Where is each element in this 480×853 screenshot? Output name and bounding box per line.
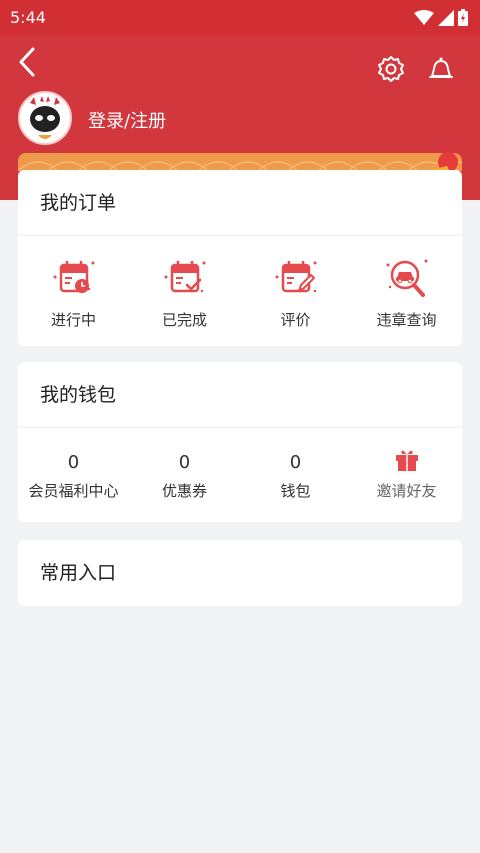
wallet-balance-label: 钱包 xyxy=(280,481,311,500)
orders-grid: 进行中 已完成 评价 违章查询 xyxy=(18,236,462,346)
invite-friends[interactable]: 邀请好友 xyxy=(351,428,462,522)
order-in-progress[interactable]: 进行中 xyxy=(18,236,129,346)
coupons[interactable]: 0 优惠券 xyxy=(129,428,240,522)
wallet-balance-value: 0 xyxy=(289,451,302,473)
calendar-clock-icon xyxy=(53,260,94,293)
avatar[interactable] xyxy=(18,91,72,145)
signal-icon xyxy=(438,9,454,26)
gift-icon xyxy=(395,450,418,471)
order-review-label: 评价 xyxy=(280,310,311,329)
violation-query[interactable]: 违章查询 xyxy=(351,236,462,346)
member-benefits-label: 会员福利中心 xyxy=(28,481,119,500)
orders-title: 我的订单 xyxy=(18,170,462,236)
order-review[interactable]: 评价 xyxy=(240,236,351,346)
mascot-avatar-icon xyxy=(20,93,70,143)
orders-card: 我的订单 进行中 已完成 评价 违章查询 xyxy=(18,170,462,346)
coupons-value: 0 xyxy=(178,451,191,473)
wallet-balance[interactable]: 0 钱包 xyxy=(240,428,351,522)
status-bar: 5:44 xyxy=(0,0,480,35)
wallet-card: 我的钱包 0 会员福利中心 0 优惠券 0 钱包 邀请好友 xyxy=(18,362,462,522)
status-time: 5:44 xyxy=(10,8,46,27)
wallet-grid: 0 会员福利中心 0 优惠券 0 钱包 邀请好友 xyxy=(18,428,462,522)
back-button[interactable] xyxy=(12,47,42,77)
bell-icon xyxy=(429,57,453,78)
invite-friends-label: 邀请好友 xyxy=(376,481,437,500)
violation-query-label: 违章查询 xyxy=(376,310,437,329)
settings-button[interactable] xyxy=(376,54,406,84)
member-benefits-value: 0 xyxy=(67,451,80,473)
member-benefits-center[interactable]: 0 会员福利中心 xyxy=(18,428,129,522)
common-entry-card: 常用入口 xyxy=(18,540,462,606)
order-completed-label: 已完成 xyxy=(161,310,207,329)
wallet-title: 我的钱包 xyxy=(18,362,462,428)
calendar-check-icon xyxy=(164,260,205,292)
notification-button[interactable] xyxy=(426,54,456,84)
coupons-label: 优惠券 xyxy=(161,481,207,500)
status-icons xyxy=(414,9,468,26)
login-register-link[interactable]: 登录/注册 xyxy=(88,107,166,133)
decorative-banner-strip xyxy=(18,153,462,171)
order-in-progress-label: 进行中 xyxy=(50,310,96,329)
common-entry-title: 常用入口 xyxy=(40,562,117,584)
wifi-icon xyxy=(414,9,434,25)
calendar-edit-icon xyxy=(275,260,316,292)
gear-icon xyxy=(378,56,404,82)
battery-icon xyxy=(458,9,468,26)
car-search-icon xyxy=(386,259,427,297)
order-completed[interactable]: 已完成 xyxy=(129,236,240,346)
chevron-left-icon xyxy=(19,47,35,77)
